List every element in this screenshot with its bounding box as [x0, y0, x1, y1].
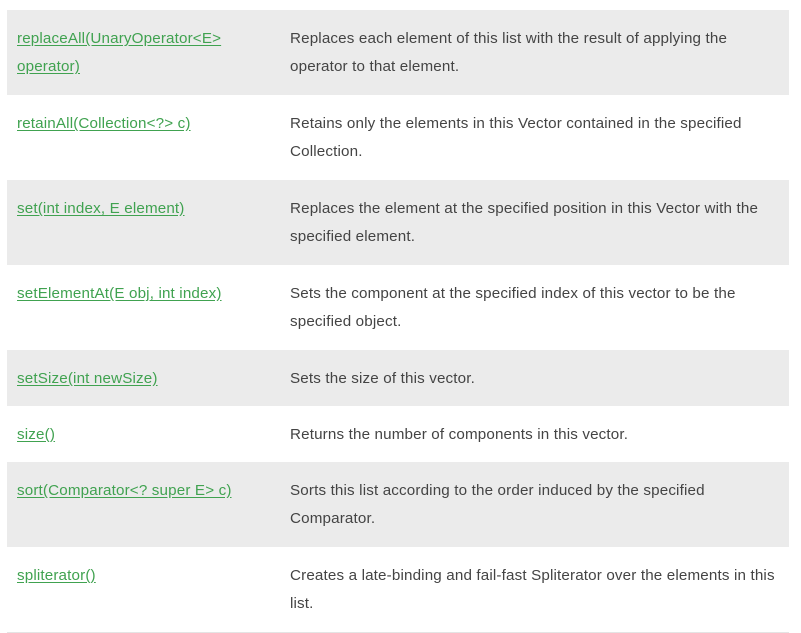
page: replaceAll(UnaryOperator<E> operator) Re… [0, 0, 801, 633]
description-cell: Sorts this list according to the order i… [280, 462, 789, 547]
method-cell: sort(Comparator<? super E> c) [7, 462, 280, 547]
description-cell: Sets the component at the specified inde… [280, 265, 789, 350]
table-row: setElementAt(E obj, int index) Sets the … [7, 265, 789, 350]
description-cell: Replaces each element of this list with … [280, 10, 789, 95]
method-link-retainall[interactable]: retainAll(Collection<?> c) [17, 115, 191, 132]
table-row: spliterator() Creates a late-binding and… [7, 547, 789, 633]
method-link-setelementat[interactable]: setElementAt(E obj, int index) [17, 285, 222, 302]
method-cell: setElementAt(E obj, int index) [7, 265, 280, 350]
method-cell: set(int index, E element) [7, 180, 280, 265]
table-row: retainAll(Collection<?> c) Retains only … [7, 95, 789, 180]
method-link-setsize[interactable]: setSize(int newSize) [17, 370, 158, 387]
description-cell: Returns the number of components in this… [280, 406, 789, 462]
method-link-set[interactable]: set(int index, E element) [17, 200, 185, 217]
table-row: size() Returns the number of components … [7, 406, 789, 462]
method-link-replaceall[interactable]: replaceAll(UnaryOperator<E> operator) [17, 30, 221, 75]
method-link-size[interactable]: size() [17, 426, 55, 443]
method-cell: setSize(int newSize) [7, 350, 280, 406]
table-row: set(int index, E element) Replaces the e… [7, 180, 789, 265]
description-cell: Creates a late-binding and fail-fast Spl… [280, 547, 789, 633]
method-cell: retainAll(Collection<?> c) [7, 95, 280, 180]
method-cell: spliterator() [7, 547, 280, 633]
method-link-sort[interactable]: sort(Comparator<? super E> c) [17, 482, 232, 499]
description-cell: Sets the size of this vector. [280, 350, 789, 406]
methods-table: replaceAll(UnaryOperator<E> operator) Re… [7, 10, 789, 633]
table-row: replaceAll(UnaryOperator<E> operator) Re… [7, 10, 789, 95]
table-row: setSize(int newSize) Sets the size of th… [7, 350, 789, 406]
description-cell: Retains only the elements in this Vector… [280, 95, 789, 180]
description-cell: Replaces the element at the specified po… [280, 180, 789, 265]
method-cell: replaceAll(UnaryOperator<E> operator) [7, 10, 280, 95]
method-link-spliterator[interactable]: spliterator() [17, 567, 96, 584]
table-row: sort(Comparator<? super E> c) Sorts this… [7, 462, 789, 547]
method-cell: size() [7, 406, 280, 462]
